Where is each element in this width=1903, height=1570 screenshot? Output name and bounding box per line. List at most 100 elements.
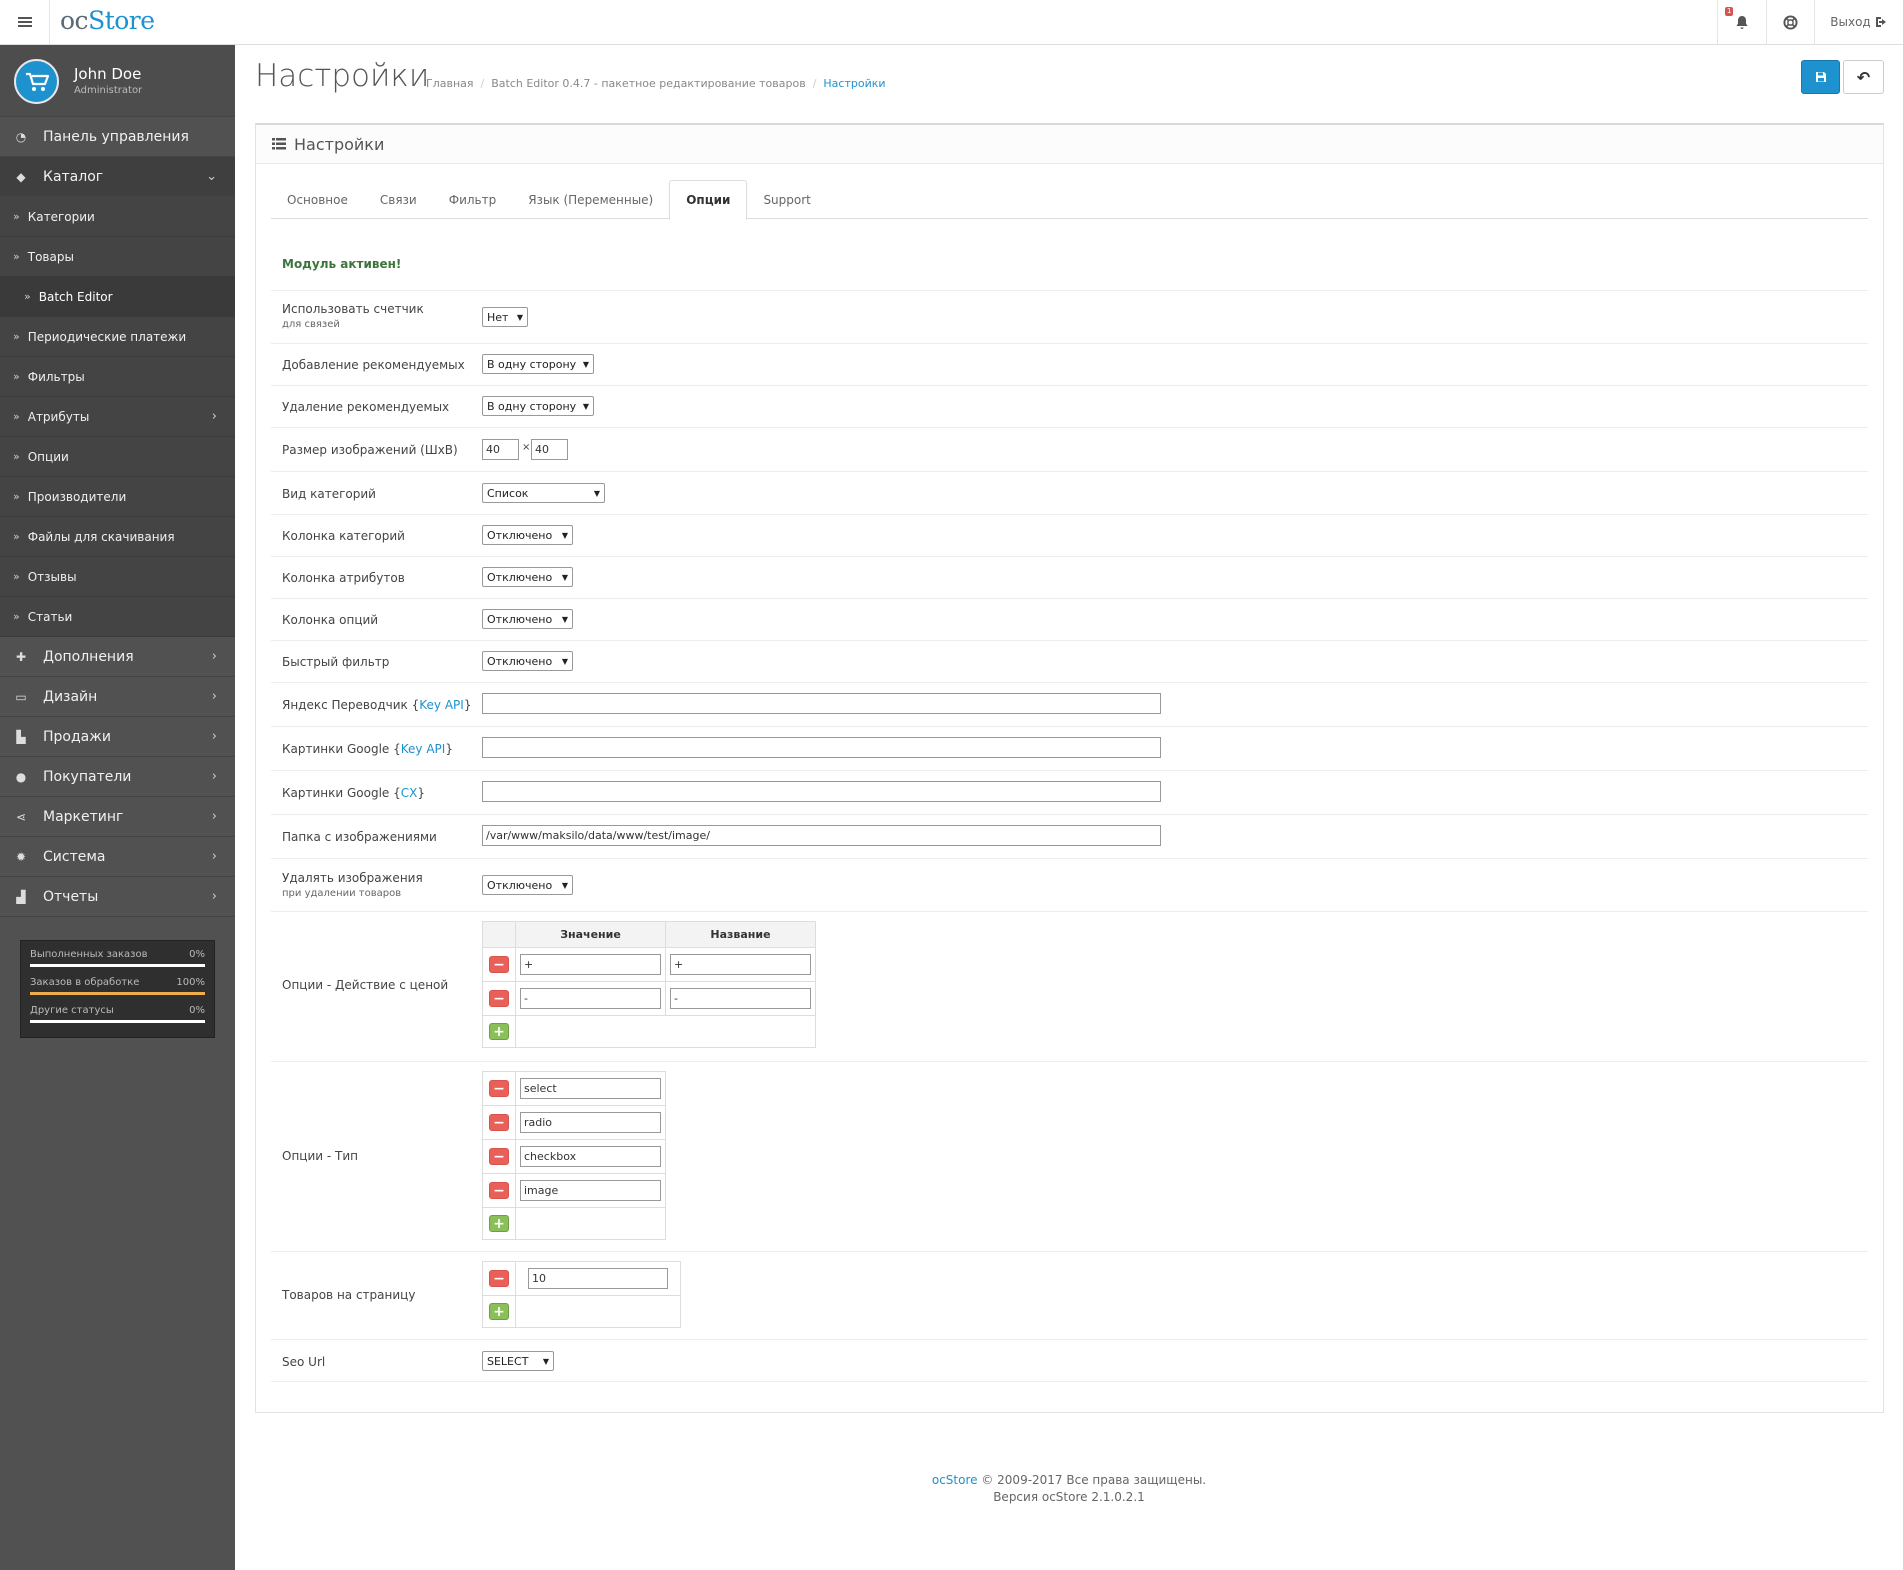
price-name-input[interactable]: + [670,954,811,975]
option-type-label: Опции - Тип [282,1149,358,1163]
sidebar-item-downloads[interactable]: » Файлы для скачивания [0,517,235,557]
cx-link[interactable]: CX [401,786,418,800]
tab-support[interactable]: Support [747,180,826,219]
select-value: Нет [487,310,509,324]
google-key-input[interactable] [482,737,1161,758]
row-cat-view: Вид категорий Список ▼ [271,471,1868,514]
dashboard-icon: ◔ [15,129,27,144]
sidebar-item-manufacturers[interactable]: » Производители [0,477,235,517]
image-height-input[interactable]: 40 [531,439,568,460]
yandex-key-input[interactable] [482,693,1161,714]
nav-extensions[interactable]: ✚ Дополнения › [0,637,235,677]
label-text: Картинки Google [282,742,390,756]
tab-general[interactable]: Основное [271,180,364,219]
price-name-input[interactable]: - [670,988,811,1009]
select-value: SELECT [487,1354,529,1368]
google-cx-input[interactable] [482,781,1161,802]
logo[interactable]: ocStore [60,6,155,35]
option-type-input[interactable]: select [520,1078,661,1099]
remove-button[interactable]: − [489,956,509,973]
remove-button[interactable]: − [489,1114,509,1131]
dropdown-arrow-icon: ▼ [561,614,568,624]
nav-customers-label: Покупатели [43,768,132,785]
add-button[interactable]: + [489,1215,509,1232]
menu-toggle-button[interactable] [0,0,50,44]
brace: { [393,742,401,756]
breadcrumb-module[interactable]: Batch Editor 0.4.7 - пакетное редактиров… [491,77,805,90]
chevron-down-icon: ⌄ [206,169,217,184]
add-related-select[interactable]: В одну сторону ▼ [482,354,594,374]
back-button[interactable]: ↶ [1843,60,1884,94]
price-value-input[interactable]: + [520,954,661,975]
row-per-page: Товаров на страницу − 10 + [271,1251,1868,1339]
share-icon: ⋖ [15,809,27,824]
counter-select[interactable]: Нет ▼ [482,307,528,327]
remove-button[interactable]: − [489,1270,509,1287]
attr-col-select[interactable]: Отключено ▼ [482,567,573,587]
label-text: Картинки Google [282,786,390,800]
nav-sales[interactable]: ▙ Продажи › [0,717,235,757]
table-cell: radio [515,1105,666,1140]
breadcrumb-current[interactable]: Настройки [823,77,885,90]
quick-filter-label: Быстрый фильтр [282,655,390,669]
sidebar-item-products[interactable]: » Товары [0,237,235,277]
sidebar-item-filters[interactable]: » Фильтры [0,357,235,397]
nav-system[interactable]: ✹ Система › [0,837,235,877]
option-type-input[interactable]: image [520,1180,661,1201]
nav-catalog[interactable]: ◆ Каталог ⌄ [0,157,235,197]
footer-brand-link[interactable]: ocStore [932,1473,978,1487]
sidebar-item-options[interactable]: » Опции [0,437,235,477]
add-button[interactable]: + [489,1303,509,1320]
option-type-input[interactable]: radio [520,1112,661,1133]
nav-reports[interactable]: ▟ Отчеты › [0,877,235,917]
help-button[interactable] [1766,0,1814,44]
cat-view-select[interactable]: Список ▼ [482,483,605,503]
tab-links[interactable]: Связи [364,180,433,219]
image-folder-input[interactable]: /var/www/maksilo/data/www/test/image/ [482,825,1161,846]
key-api-link[interactable]: Key API [419,698,464,712]
remove-button[interactable]: − [489,1182,509,1199]
remove-button[interactable]: − [489,990,509,1007]
del-images-select[interactable]: Отключено ▼ [482,875,573,895]
select-value: Отключено [487,654,553,668]
nav-design[interactable]: ▭ Дизайн › [0,677,235,717]
per-page-input[interactable]: 10 [528,1268,668,1289]
remove-button[interactable]: − [489,1148,509,1165]
seo-select[interactable]: SELECT ▼ [482,1351,554,1371]
sidebar-item-batch-editor[interactable]: » Batch Editor [0,277,235,317]
table-cell: − [482,1261,516,1296]
del-related-select[interactable]: В одну сторону ▼ [482,396,594,416]
nav-customers[interactable]: ● Покупатели › [0,757,235,797]
nav-dashboard[interactable]: ◔ Панель управления [0,117,235,157]
table-cell: − [482,947,516,982]
tab-options[interactable]: Опции [669,180,748,220]
image-folder-label: Папка с изображениями [282,830,437,844]
notifications-button[interactable]: 1 [1717,0,1766,44]
image-width-input[interactable]: 40 [482,439,519,460]
nav-marketing[interactable]: ⋖ Маркетинг › [0,797,235,837]
price-value-input[interactable]: - [520,988,661,1009]
row-quick-filter: Быстрый фильтр Отключено ▼ [271,640,1868,682]
sidebar-item-recurring[interactable]: » Периодические платежи [0,317,235,357]
cat-col-select[interactable]: Отключено ▼ [482,525,573,545]
save-button[interactable] [1801,60,1840,94]
sidebar-item-articles[interactable]: » Статьи [0,597,235,637]
quick-filter-select[interactable]: Отключено ▼ [482,651,573,671]
remove-button[interactable]: − [489,1080,509,1097]
key-api-link[interactable]: Key API [401,742,446,756]
breadcrumb-home[interactable]: Главная [426,77,474,90]
double-chevron-icon: » [13,490,20,503]
panel-title: Настройки [294,134,385,154]
option-type-input[interactable]: checkbox [520,1146,661,1167]
sidebar-item-label: Категории [27,209,95,224]
opt-col-select[interactable]: Отключено ▼ [482,609,573,629]
breadcrumb-separator: / [812,77,817,90]
tab-filter[interactable]: Фильтр [433,180,512,219]
sidebar-item-attributes[interactable]: » Атрибуты › [0,397,235,437]
user-profile[interactable]: John Doe Administrator [0,45,235,117]
add-button[interactable]: + [489,1023,509,1040]
sidebar-item-categories[interactable]: » Категории [0,197,235,237]
tab-language[interactable]: Язык (Переменные) [512,180,669,219]
sidebar-item-reviews[interactable]: » Отзывы [0,557,235,597]
logout-button[interactable]: Выход [1814,0,1903,44]
